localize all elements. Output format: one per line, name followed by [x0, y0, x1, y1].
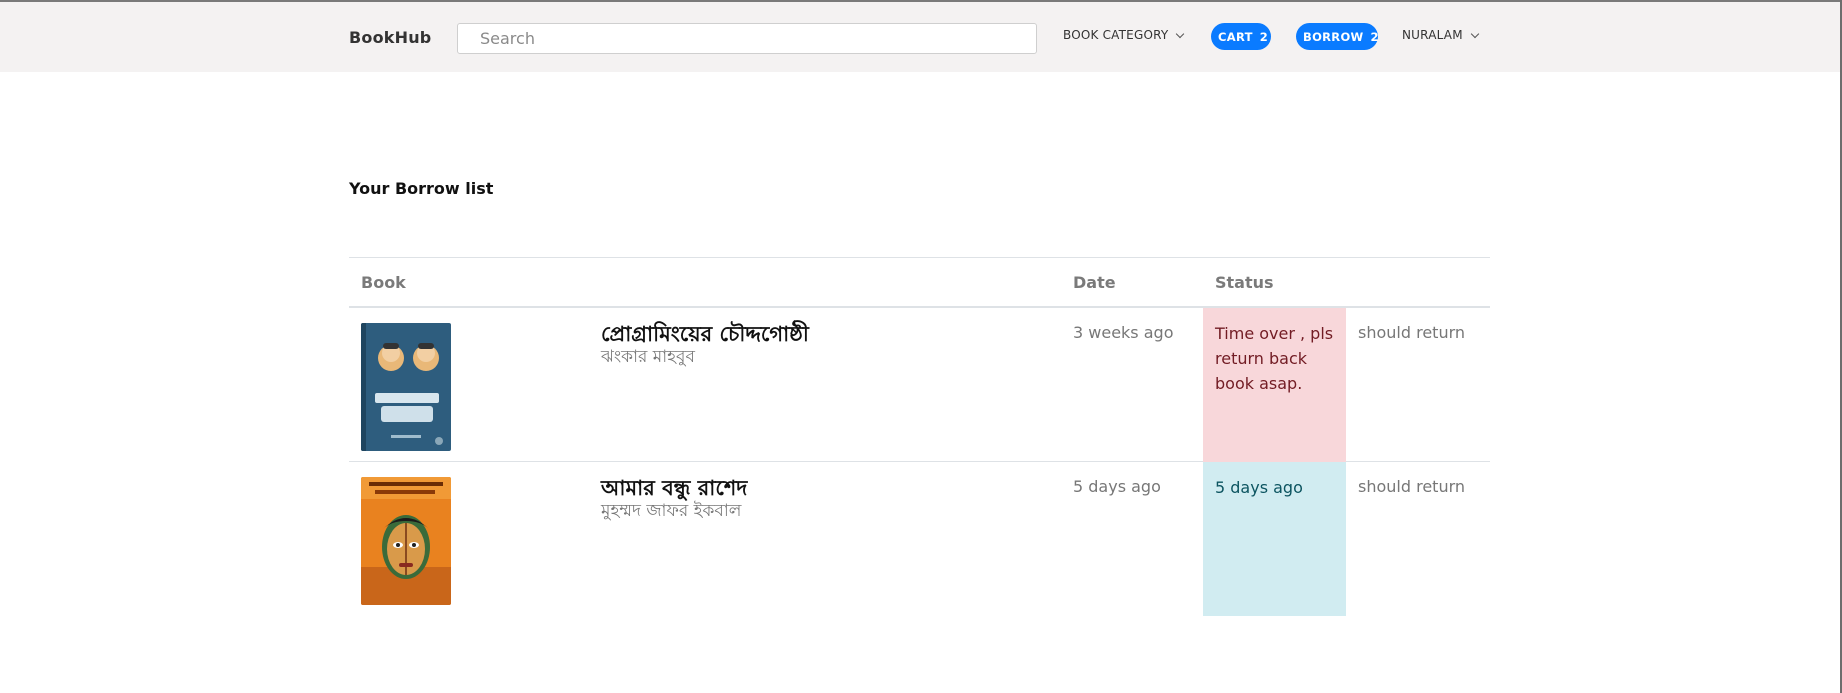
table-header: Book Date Status: [349, 257, 1490, 308]
status-cell-active: 5 days ago: [1203, 462, 1346, 616]
chevron-down-icon: [1176, 29, 1185, 38]
book-category-dropdown[interactable]: BOOK CATEGORY: [1063, 28, 1185, 42]
book-cover-image[interactable]: [361, 477, 451, 605]
table-row: প্রোগ্রামিংয়ের চৌদ্দগোষ্ঠী ঝংকার মাহবুব…: [349, 308, 1490, 462]
column-header-date: Date: [1073, 273, 1116, 292]
column-header-status: Status: [1215, 273, 1274, 292]
column-header-book: Book: [361, 273, 406, 292]
page-title: Your Borrow list: [349, 179, 494, 198]
book-author: মুহম্মদ জাফর ইকবাল: [601, 501, 742, 521]
user-name-label: NURALAM: [1402, 28, 1463, 42]
borrow-table: Book Date Status প্রোগ্রামিংয়ের চৌদ্দগো…: [349, 257, 1490, 616]
book-cover-image[interactable]: [361, 323, 451, 451]
user-menu-dropdown[interactable]: NURALAM: [1402, 28, 1479, 42]
status-cell-overdue: Time over , pls return back book asap.: [1203, 308, 1346, 462]
return-status: should return: [1358, 477, 1466, 496]
borrow-date: 5 days ago: [1073, 477, 1161, 496]
brand-logo[interactable]: BookHub: [349, 28, 431, 47]
book-author: ঝংকার মাহবুব: [601, 347, 695, 367]
return-status: should return: [1358, 323, 1466, 342]
search-input[interactable]: [457, 23, 1037, 54]
book-category-label: BOOK CATEGORY: [1063, 28, 1169, 42]
cart-count-badge: 2: [1259, 29, 1269, 44]
borrow-label: BORROW: [1303, 29, 1364, 44]
borrow-count-badge: 2: [1370, 29, 1379, 44]
cart-label: CART: [1218, 29, 1253, 44]
table-row: আমার বন্ধু রাশেদ মুহম্মদ জাফর ইকবাল 5 da…: [349, 462, 1490, 616]
borrow-date: 3 weeks ago: [1073, 323, 1174, 342]
chevron-down-icon: [1470, 29, 1479, 38]
page: BookHub BOOK CATEGORY CART 2 BORROW 2 NU…: [0, 0, 1842, 693]
cart-button[interactable]: CART 2: [1211, 23, 1271, 50]
navbar: BookHub BOOK CATEGORY CART 2 BORROW 2 NU…: [0, 2, 1840, 72]
borrow-button[interactable]: BORROW 2: [1296, 23, 1379, 50]
